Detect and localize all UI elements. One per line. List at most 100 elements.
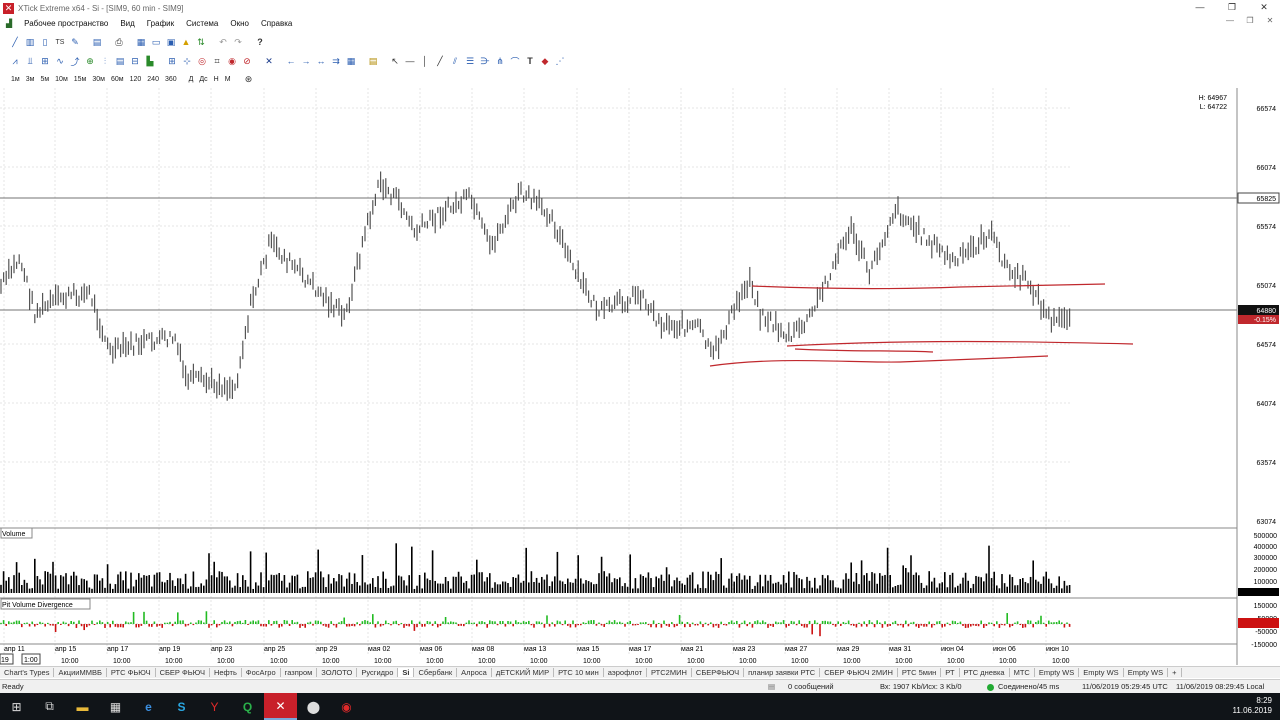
timeframe-day[interactable]: Д: [186, 76, 197, 83]
ts-icon[interactable]: TS: [53, 35, 67, 49]
menu-workspace[interactable]: Рабочее пространство: [18, 19, 114, 28]
timeframe-240[interactable]: 240: [144, 76, 162, 83]
mdi-minimize-button[interactable]: —: [1220, 16, 1240, 25]
trendline-icon[interactable]: ╱: [433, 54, 447, 68]
menu-view[interactable]: Вид: [114, 19, 140, 28]
levels-icon[interactable]: ⫶: [98, 54, 112, 68]
timeframe-60m[interactable]: 60м: [108, 76, 127, 83]
quik-icon[interactable]: Q: [231, 693, 264, 720]
zoom-icon[interactable]: ◉: [225, 54, 239, 68]
timeframe-10m[interactable]: 10м: [52, 76, 71, 83]
pitchfork-icon[interactable]: ⋔: [493, 54, 507, 68]
undo-icon[interactable]: ↶: [216, 35, 230, 49]
line-chart-icon[interactable]: ╱: [8, 35, 22, 49]
workspace-tab[interactable]: ФосАгро: [242, 668, 281, 677]
workspace-tab[interactable]: РТС 5мин: [898, 668, 942, 677]
timeframe-5m[interactable]: 5м: [37, 76, 52, 83]
minimize-button[interactable]: —: [1184, 0, 1216, 16]
timeframe-15m[interactable]: 15м: [71, 76, 90, 83]
print-icon[interactable]: ⎙: [112, 35, 126, 49]
workspace-tab[interactable]: СБЕРФЬЮЧ: [692, 668, 745, 677]
restore-button[interactable]: ❐: [1216, 0, 1248, 16]
start-windows-icon[interactable]: ⊞: [0, 693, 33, 720]
hline-icon[interactable]: —: [403, 54, 417, 68]
trend-icon[interactable]: ⤴: [68, 54, 82, 68]
task-view-icon[interactable]: ⧉: [33, 693, 66, 720]
workspace-tab[interactable]: ЗОЛОТО: [317, 668, 358, 677]
workspace-tab[interactable]: СБЕР ФЬЮЧ: [156, 668, 210, 677]
pencil-icon[interactable]: ✎: [68, 35, 82, 49]
chart-type-icon[interactable]: ⩘: [8, 54, 22, 68]
fibonacci-icon[interactable]: ☰: [463, 54, 477, 68]
template-icon[interactable]: ▤: [113, 54, 127, 68]
yandex-browser-icon[interactable]: Y: [198, 693, 231, 720]
menu-help[interactable]: Справка: [255, 19, 298, 28]
workspace-tab[interactable]: РТС2МИН: [647, 668, 692, 677]
workspace-tab[interactable]: РТС ФЬЮЧ: [107, 668, 156, 677]
workspace-tab[interactable]: РТС 10 мин: [554, 668, 604, 677]
workspace-tab[interactable]: газпром: [281, 668, 318, 677]
volume-icon[interactable]: ▙: [143, 54, 157, 68]
arc-icon[interactable]: ⌒: [508, 54, 522, 68]
scroll-end-icon[interactable]: ⇉: [329, 54, 343, 68]
indicator-icon[interactable]: ⫫: [23, 54, 37, 68]
help-icon[interactable]: ?: [253, 35, 267, 49]
arrow-right-icon[interactable]: →: [299, 54, 313, 68]
delete-icon[interactable]: ✕: [262, 54, 276, 68]
text-tool-icon[interactable]: T: [523, 54, 537, 68]
forbid-icon[interactable]: ⊘: [240, 54, 254, 68]
workspace-tab[interactable]: МТС: [1010, 668, 1035, 677]
study-icon[interactable]: ⊞: [38, 54, 52, 68]
draw-layer-icon[interactable]: ▤: [366, 54, 380, 68]
workspace-tab[interactable]: аэрофлот: [604, 668, 648, 677]
menu-window[interactable]: Окно: [224, 19, 255, 28]
vline-icon[interactable]: │: [418, 54, 432, 68]
scale-icon[interactable]: ⊞: [165, 54, 179, 68]
workspace-tab[interactable]: Сбербанк: [414, 668, 458, 677]
workspace-tab[interactable]: дЕТСКИЙ МИР: [492, 668, 555, 677]
crop-icon[interactable]: ⌗: [210, 54, 224, 68]
menu-system[interactable]: Система: [180, 19, 224, 28]
objects-icon[interactable]: ⊟: [128, 54, 142, 68]
mdi-restore-button[interactable]: ❐: [1240, 16, 1260, 25]
alert-icon[interactable]: ▲: [179, 35, 193, 49]
bar-chart-icon[interactable]: ▥: [23, 35, 37, 49]
timeframe-360[interactable]: 360: [162, 76, 180, 83]
window-icon[interactable]: ▭: [149, 35, 163, 49]
shapes-icon[interactable]: ◆: [538, 54, 552, 68]
candles-icon[interactable]: ▯: [38, 35, 52, 49]
workspace-tab[interactable]: Empty WS: [1124, 668, 1169, 677]
sync-icon[interactable]: ⊛: [242, 72, 256, 86]
cursor-icon[interactable]: ↖: [388, 54, 402, 68]
add-tab-button[interactable]: +: [1168, 668, 1182, 677]
maps-pin-icon[interactable]: ⬤: [297, 693, 330, 720]
price-chart[interactable]: 66574 66074 65574 65074 64574 64074 63574 63074…: [0, 88, 1280, 665]
edge-browser-icon[interactable]: e: [132, 693, 165, 720]
table-icon[interactable]: ▦: [134, 35, 148, 49]
fib-fan-icon[interactable]: ⋺: [478, 54, 492, 68]
chart-area[interactable]: 66574 66074 65574 65074 64574 64074 63574 63074…: [0, 88, 1280, 665]
timeframe-day-session[interactable]: Дс: [196, 76, 210, 83]
timeframe-1m[interactable]: 1м: [8, 76, 23, 83]
workspace-tab[interactable]: планир заявки РТС: [744, 668, 821, 677]
timeframe-30m[interactable]: 30м: [89, 76, 108, 83]
workspace-tab[interactable]: Empty WS: [1035, 668, 1080, 677]
document-icon[interactable]: ▤: [90, 35, 104, 49]
workspace-tab[interactable]: АкцииММВБ: [54, 668, 107, 677]
calculator-icon[interactable]: ▦: [99, 693, 132, 720]
timeframe-month[interactable]: М: [222, 76, 234, 83]
arrow-left-icon[interactable]: ←: [284, 54, 298, 68]
calendar-icon[interactable]: ▣: [164, 35, 178, 49]
menu-chart[interactable]: График: [141, 19, 180, 28]
record-icon[interactable]: ◉: [330, 693, 363, 720]
workspace-tab[interactable]: Si: [398, 668, 415, 677]
crosshair-icon[interactable]: ⊹: [180, 54, 194, 68]
parallel-lines-icon[interactable]: ⋰: [553, 54, 567, 68]
timeframe-120[interactable]: 120: [127, 76, 145, 83]
workspace-tab[interactable]: Русгидро: [357, 668, 399, 677]
file-explorer-icon[interactable]: ▬: [66, 693, 99, 720]
skype-icon[interactable]: S: [165, 693, 198, 720]
workspace-tab[interactable]: Нефть: [210, 668, 242, 677]
workspace-tab[interactable]: РТС дневка: [960, 668, 1010, 677]
workspace-tab[interactable]: РТ: [941, 668, 960, 677]
